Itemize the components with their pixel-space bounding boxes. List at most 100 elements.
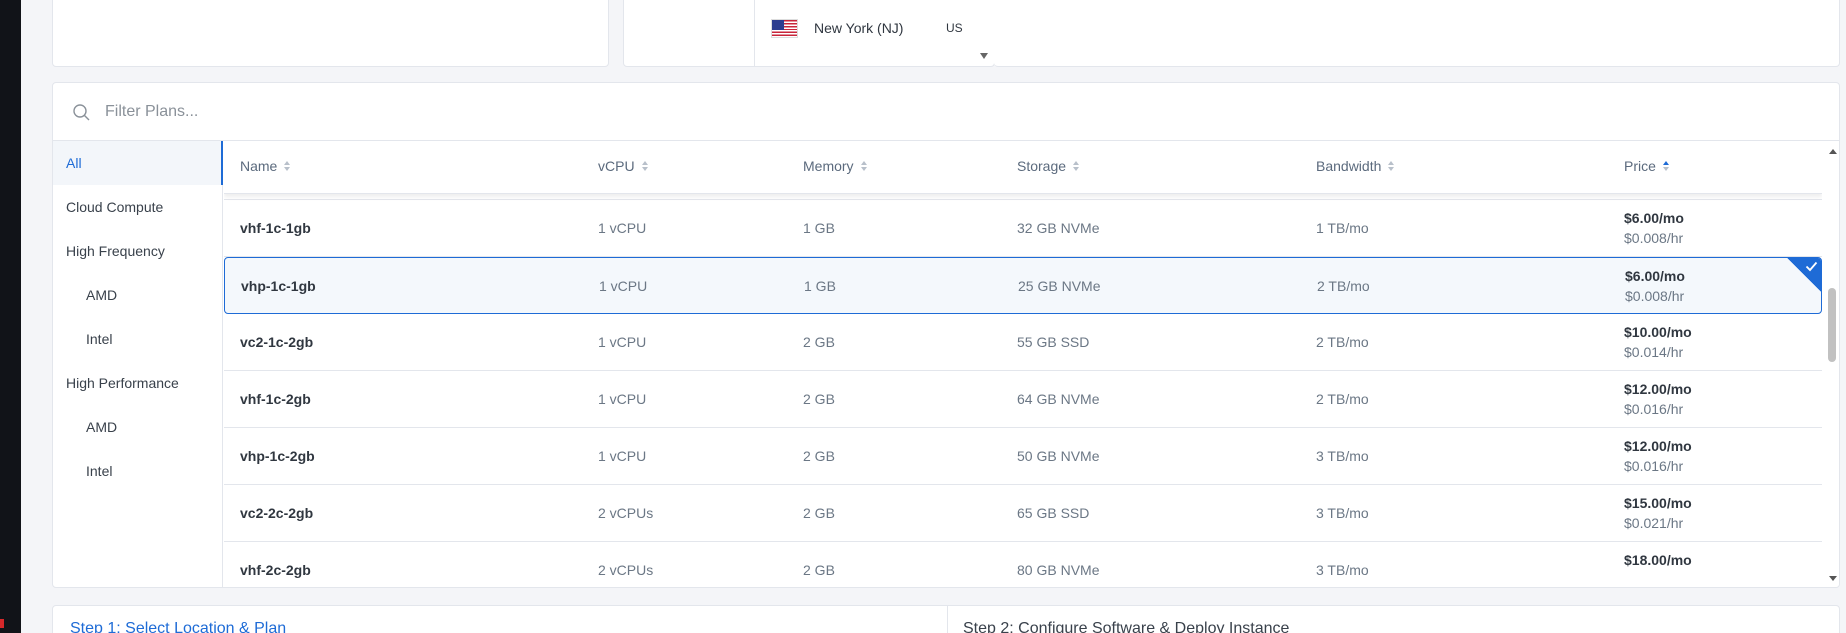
plan-name: vhp-1c-2gb <box>240 448 315 464</box>
selected-check-icon <box>1787 258 1821 292</box>
plan-memory: 2 GB <box>803 448 835 464</box>
top-card-right <box>994 0 1840 67</box>
plan-vcpu: 1 vCPU <box>598 334 647 350</box>
plan-storage: 80 GB NVMe <box>1017 562 1100 578</box>
plan-name: vhf-1c-2gb <box>240 391 311 407</box>
plan-memory: 1 GB <box>803 220 835 236</box>
step-divider <box>947 606 948 633</box>
plan-storage: 25 GB NVMe <box>1018 278 1101 294</box>
left-edge-strip <box>0 0 21 633</box>
plan-memory: 2 GB <box>803 391 835 407</box>
plan-name: vhp-1c-1gb <box>241 278 316 294</box>
table-row[interactable]: vc2-2c-2gb 2 vCPUs 2 GB 65 GB SSD 3 TB/mo $15… <box>224 485 1822 542</box>
location-option[interactable]: New York (NJ) US <box>771 16 963 40</box>
sidebar-item[interactable]: All <box>53 141 223 185</box>
plan-price-hourly: $0.021/hr <box>1624 515 1684 531</box>
sidebar-item[interactable]: High Frequency <box>53 229 223 273</box>
plan-price-monthly: $10.00/mo <box>1624 324 1692 340</box>
sort-icon <box>641 161 648 171</box>
deploy-steps-bar: Step 1: Select Location & Plan Step 2: C… <box>52 605 1840 633</box>
plan-price-monthly: $6.00/mo <box>1624 210 1684 226</box>
top-card-left <box>52 0 609 67</box>
table-row[interactable]: vhf-1c-1gb 1 vCPU 1 GB 32 GB NVMe 1 TB/mo $6.… <box>224 200 1822 257</box>
plan-name: vc2-2c-2gb <box>240 505 314 521</box>
plan-price-monthly: $15.00/mo <box>1624 495 1692 511</box>
plan-name: vhf-2c-2gb <box>240 562 311 578</box>
plan-bandwidth: 3 TB/mo <box>1316 562 1369 578</box>
plan-price-hourly: $0.008/hr <box>1625 288 1685 304</box>
column-header-bandwidth[interactable]: Bandwidth <box>1316 158 1395 174</box>
table-row[interactable]: vc2-1c-2gb 1 vCPU 2 GB 55 GB SSD 2 TB/mo $10.… <box>224 314 1822 371</box>
sidebar-item[interactable]: Cloud Compute <box>53 185 223 229</box>
plan-memory: 2 GB <box>803 334 835 350</box>
table-row[interactable]: vhf-2c-2gb 2 vCPUs 2 GB 80 GB NVMe 3 TB/mo $1… <box>224 542 1822 587</box>
plan-storage: 32 GB NVMe <box>1017 220 1100 236</box>
table-scrollbar[interactable] <box>1824 141 1839 587</box>
plan-storage: 64 GB NVMe <box>1017 391 1100 407</box>
plan-price-hourly: $0.008/hr <box>1624 230 1684 246</box>
sidebar-item[interactable]: Intel <box>53 449 223 493</box>
plan-name: vc2-1c-2gb <box>240 334 314 350</box>
plan-vcpu: 1 vCPU <box>598 448 647 464</box>
plan-bandwidth: 3 TB/mo <box>1316 448 1369 464</box>
plan-price-monthly: $6.00/mo <box>1625 268 1685 284</box>
scroll-down-arrow-icon[interactable] <box>1829 576 1837 581</box>
column-header-price[interactable]: Price <box>1624 158 1669 174</box>
plan-category-sidebar: All Cloud Compute High Frequency AMD Intel Hi… <box>53 141 223 587</box>
plan-storage: 55 GB SSD <box>1017 334 1090 350</box>
table-header: Name vCPU Memory Storage Bandwidth Price <box>224 141 1822 194</box>
plan-name: vhf-1c-1gb <box>240 220 311 236</box>
plan-bandwidth: 2 TB/mo <box>1316 334 1369 350</box>
plan-price-hourly: $0.014/hr <box>1624 344 1684 360</box>
location-name: New York (NJ) <box>814 20 904 36</box>
plan-vcpu: 2 vCPUs <box>598 505 654 521</box>
location-dropdown-caret-icon[interactable] <box>980 53 988 59</box>
plan-memory: 2 GB <box>803 505 835 521</box>
table-row-selected[interactable]: vhp-1c-1gb 1 vCPU 1 GB 25 GB NVMe 2 TB/mo $6.… <box>224 257 1822 314</box>
plan-storage: 50 GB NVMe <box>1017 448 1100 464</box>
plan-memory: 1 GB <box>804 278 836 294</box>
sidebar-item[interactable]: AMD <box>53 273 223 317</box>
plan-price-hourly: $0.016/hr <box>1624 401 1684 417</box>
sort-icon <box>1388 161 1395 171</box>
table-row[interactable]: vhf-1c-2gb 1 vCPU 2 GB 64 GB NVMe 2 TB/mo $12… <box>224 371 1822 428</box>
column-header-storage[interactable]: Storage <box>1017 158 1080 174</box>
plan-price-monthly: $12.00/mo <box>1624 438 1692 454</box>
plan-vcpu: 1 vCPU <box>599 278 648 294</box>
step-1-tab[interactable]: Step 1: Select Location & Plan <box>70 620 286 633</box>
column-header-vcpu[interactable]: vCPU <box>598 158 648 174</box>
plans-panel: AllCloud ComputeHigh FrequencyAMDIntelHi… <box>52 82 1840 588</box>
plan-memory: 2 GB <box>803 562 835 578</box>
filter-plans-input[interactable] <box>105 97 705 127</box>
plan-vcpu: 1 vCPU <box>598 220 647 236</box>
column-header-memory[interactable]: Memory <box>803 158 867 174</box>
sidebar-item[interactable]: High Performance <box>53 361 223 405</box>
filter-bar <box>53 83 1839 141</box>
column-header-name[interactable]: Name <box>240 158 291 174</box>
plan-bandwidth: 3 TB/mo <box>1316 505 1369 521</box>
sidebar-item[interactable]: Intel <box>53 317 223 361</box>
plan-bandwidth: 2 TB/mo <box>1317 278 1370 294</box>
sort-icon <box>1073 161 1080 171</box>
status-dot <box>0 619 4 628</box>
sort-ascending-icon <box>1662 161 1669 171</box>
search-icon <box>73 104 90 121</box>
plans-table: Name vCPU Memory Storage Bandwidth Price <box>224 141 1822 587</box>
location-card <box>623 0 995 67</box>
step-2-tab[interactable]: Step 2: Configure Software & Deploy Inst… <box>963 620 1289 633</box>
scroll-up-arrow-icon[interactable] <box>1829 149 1837 154</box>
plan-vcpu: 1 vCPU <box>598 391 647 407</box>
scrollbar-thumb[interactable] <box>1828 288 1836 362</box>
plan-price-monthly: $18.00/mo <box>1624 552 1692 568</box>
sidebar-item[interactable]: AMD <box>53 405 223 449</box>
plan-price-hourly: $0.016/hr <box>1624 458 1684 474</box>
plan-bandwidth: 2 TB/mo <box>1316 391 1369 407</box>
plan-vcpu: 2 vCPUs <box>598 562 654 578</box>
location-divider <box>754 0 755 67</box>
plan-price-monthly: $12.00/mo <box>1624 381 1692 397</box>
plan-bandwidth: 1 TB/mo <box>1316 220 1369 236</box>
us-flag-icon <box>771 18 798 38</box>
sort-icon <box>860 161 867 171</box>
table-row[interactable]: vhp-1c-2gb 1 vCPU 2 GB 50 GB NVMe 3 TB/mo $12… <box>224 428 1822 485</box>
plan-storage: 65 GB SSD <box>1017 505 1090 521</box>
